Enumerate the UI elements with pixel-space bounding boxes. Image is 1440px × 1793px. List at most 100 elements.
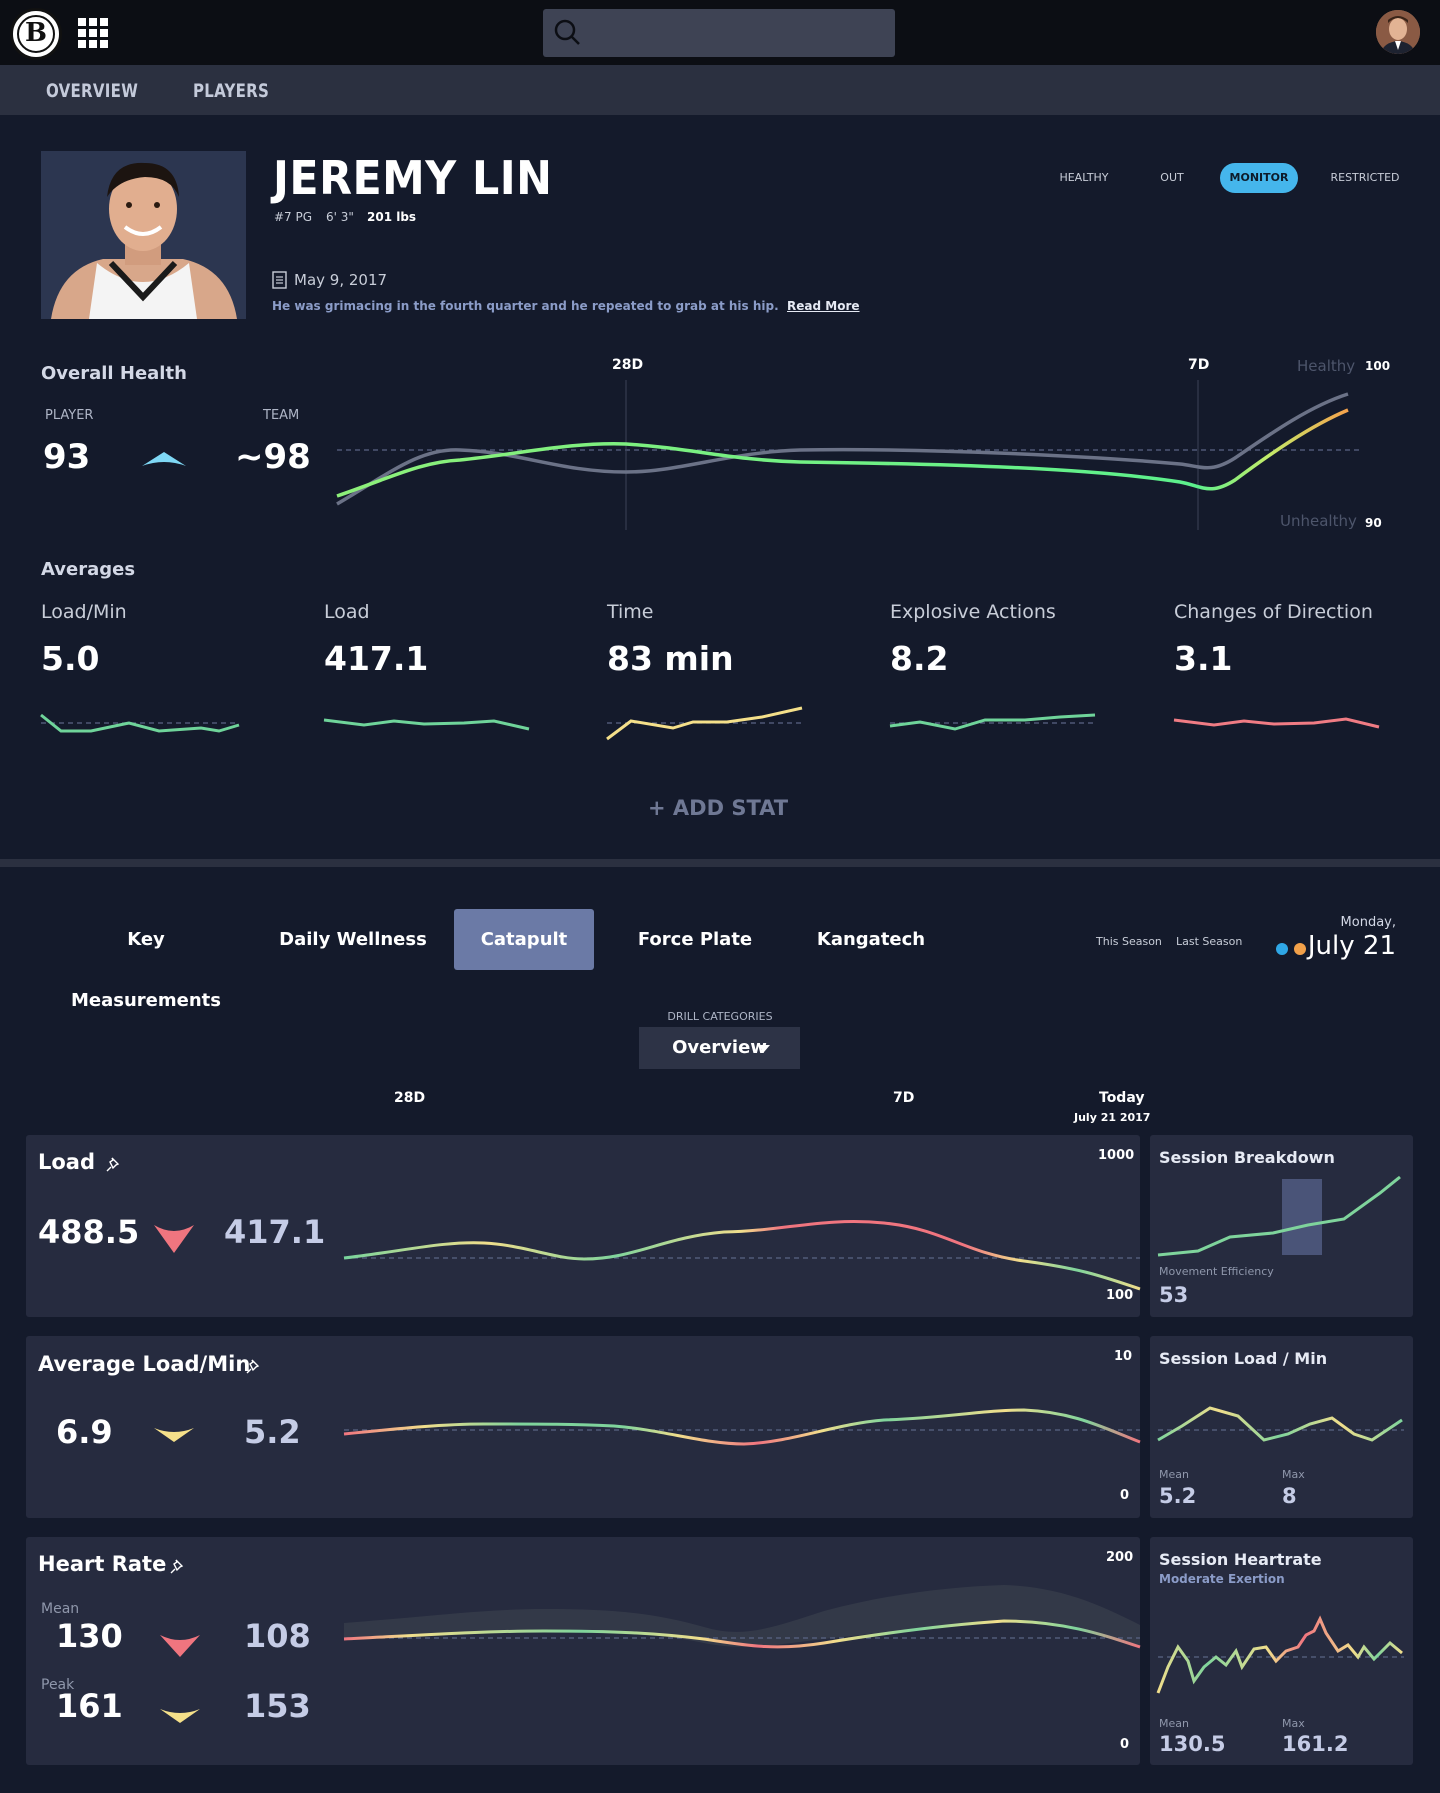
session-load-min-title: Session Load / Min <box>1159 1349 1328 1368</box>
avg-value-changes-of-direction: 3.1 <box>1174 639 1233 678</box>
player-height: 6' 3" <box>326 210 354 224</box>
date-main[interactable]: July 21 <box>1290 931 1396 961</box>
avg-load-min-card-title: Average Load/Min <box>38 1352 251 1376</box>
avg-load-min-to-value: 5.2 <box>244 1413 301 1451</box>
pin-icon[interactable] <box>106 1156 122 1172</box>
add-stat-button[interactable]: + ADD STAT <box>648 796 788 820</box>
load-scale-max: 1000 <box>1098 1148 1135 1163</box>
trend-down-icon <box>160 1635 200 1657</box>
note-icon <box>272 271 287 289</box>
session-breakdown-chart <box>1157 1175 1401 1257</box>
avg-sparkline-explosive-actions <box>889 713 1096 731</box>
session-breakdown-title: Session Breakdown <box>1159 1148 1335 1167</box>
caret-down-icon <box>758 1045 770 1052</box>
top-bar: B <box>0 0 1440 65</box>
tab-force-plate[interactable]: Force Plate <box>628 909 762 970</box>
trend-down-icon <box>154 1225 194 1253</box>
overall-health-chart <box>336 380 1360 530</box>
note-body: He was grimacing in the fourth quarter a… <box>272 299 779 313</box>
note-date: May 9, 2017 <box>294 271 388 289</box>
player-portrait-icon <box>41 151 246 319</box>
team-health-label: TEAM <box>263 408 300 423</box>
heart-rate-card-title: Heart Rate <box>38 1552 167 1576</box>
avg-load-min-scale-max: 10 <box>1114 1349 1133 1364</box>
tab-kangatech[interactable]: Kangatech <box>806 909 936 970</box>
avg-load-min-trend-chart <box>343 1408 1141 1446</box>
timeline-7d: 7D <box>893 1090 915 1106</box>
search-input[interactable] <box>543 9 895 57</box>
heart-rate-mean-from: 130 <box>56 1617 123 1655</box>
avatar-face-icon <box>1376 10 1420 54</box>
avg-label-load-min: Load/Min <box>41 601 127 623</box>
avg-label-load: Load <box>324 601 370 623</box>
session-load-min-mean-label: Mean <box>1159 1468 1189 1481</box>
timeline-today: Today <box>1099 1090 1145 1106</box>
nav-tab-overview[interactable]: OVERVIEW <box>46 80 138 102</box>
movement-efficiency-label: Movement Efficiency <box>1159 1265 1274 1278</box>
user-avatar[interactable] <box>1376 10 1420 54</box>
load-from-value: 488.5 <box>38 1213 140 1251</box>
session-load-min-mean-value: 5.2 <box>1159 1484 1197 1508</box>
pin-icon[interactable] <box>170 1558 186 1574</box>
session-breakdown-card: Session Breakdown Movement Efficiency 53 <box>1150 1135 1413 1317</box>
team-logo[interactable]: B <box>10 8 62 60</box>
avg-sparkline-load <box>323 718 530 731</box>
session-heartrate-chart <box>1156 1615 1404 1694</box>
player-photo <box>41 151 246 319</box>
load-to-value: 417.1 <box>224 1213 326 1251</box>
player-health-value: 93 <box>43 437 91 477</box>
note-text: He was grimacing in the fourth quarter a… <box>272 299 860 313</box>
pin-icon[interactable] <box>246 1358 262 1374</box>
avg-sparkline-load-min <box>40 713 240 733</box>
drill-categories-select[interactable]: Overview <box>639 1027 800 1069</box>
player-weight: 201 lbs <box>367 210 417 224</box>
heart-rate-peak-to: 153 <box>244 1687 311 1725</box>
status-healthy[interactable]: HEALTHY <box>1052 163 1116 193</box>
avg-label-explosive-actions: Explosive Actions <box>890 601 1056 623</box>
status-out[interactable]: OUT <box>1152 163 1192 193</box>
session-load-min-max-label: Max <box>1282 1468 1305 1481</box>
heart-rate-card: Heart Rate 200 0 Mean 130 108 Peak 161 1… <box>26 1537 1141 1765</box>
this-season-dot <box>1276 943 1288 955</box>
read-more-link[interactable]: Read More <box>787 299 860 313</box>
section-divider <box>0 859 1440 867</box>
load-card: Load 1000 100 488.5 417.1 <box>26 1135 1141 1317</box>
drill-select-value: Overview <box>672 1037 767 1058</box>
avg-load-min-from-value: 6.9 <box>56 1413 113 1451</box>
trend-down-small-icon <box>160 1709 200 1723</box>
movement-efficiency-value: 53 <box>1159 1283 1189 1307</box>
load-card-title: Load <box>38 1150 96 1174</box>
session-heartrate-mean-value: 130.5 <box>1159 1732 1226 1756</box>
status-restricted[interactable]: RESTRICTED <box>1326 163 1404 193</box>
drill-categories-label: DRILL CATEGORIES <box>667 1010 773 1023</box>
session-load-min-chart <box>1157 1406 1404 1442</box>
overall-health-title: Overall Health <box>41 363 187 384</box>
session-heartrate-subtitle: Moderate Exertion <box>1159 1572 1285 1586</box>
player-number: #7 PG <box>274 210 313 224</box>
trend-up-icon <box>142 452 186 466</box>
avg-value-load-min: 5.0 <box>41 639 100 678</box>
nav-tab-players[interactable]: PLAYERS <box>193 80 269 102</box>
status-monitor[interactable]: MONITOR <box>1220 163 1298 193</box>
tab-key-measurements[interactable]: Key Measurements <box>52 909 240 1011</box>
legend-this-season[interactable]: This Season <box>1096 935 1162 948</box>
avg-sparkline-time <box>606 706 805 741</box>
session-load-min-card: Session Load / Min Mean 5.2 Max 8 <box>1150 1336 1413 1518</box>
tab-catapult[interactable]: Catapult <box>454 909 594 970</box>
legend-last-season[interactable]: Last Season <box>1176 935 1242 948</box>
heart-rate-mean-label: Mean <box>41 1601 80 1617</box>
load-trend-chart <box>343 1220 1141 1291</box>
session-load-min-max-value: 8 <box>1282 1484 1297 1508</box>
heart-rate-trend-chart <box>343 1585 1141 1649</box>
avg-sparkline-changes-of-direction <box>1173 717 1380 729</box>
apps-grid-icon[interactable] <box>78 18 108 48</box>
player-health-label: PLAYER <box>45 408 94 423</box>
timeline-28d: 28D <box>394 1090 426 1106</box>
avg-label-time: Time <box>607 601 654 623</box>
session-heartrate-max-label: Max <box>1282 1717 1305 1730</box>
averages-title: Averages <box>41 559 136 580</box>
avg-load-min-scale-min: 0 <box>1120 1488 1130 1503</box>
avg-value-time: 83 min <box>607 639 734 678</box>
timeline-today-date: July 21 2017 <box>1074 1111 1151 1124</box>
tab-daily-wellness[interactable]: Daily Wellness <box>278 909 428 970</box>
